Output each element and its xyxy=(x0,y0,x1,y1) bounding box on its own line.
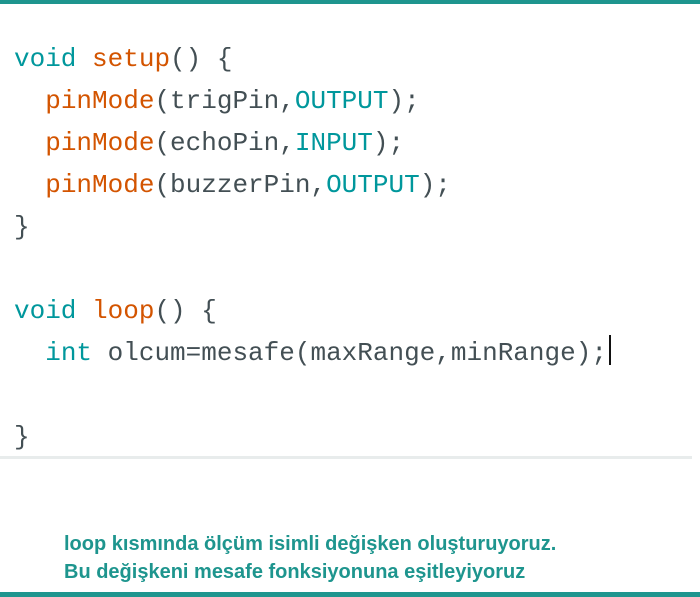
text-cursor xyxy=(608,335,611,365)
function-call-pinmode: pinMode xyxy=(45,170,155,200)
keyword-void: void xyxy=(14,296,77,326)
caption-line-2: Bu değişkeni mesafe fonksiyonuna eşitley… xyxy=(64,561,526,583)
code-punctuation: ); xyxy=(372,128,405,158)
bottom-accent-bar xyxy=(0,592,700,597)
code-line-3: pinMode(echoPin,INPUT); xyxy=(14,122,611,164)
code-args: (trigPin, xyxy=(154,86,295,116)
function-call-pinmode: pinMode xyxy=(45,128,155,158)
keyword-int: int xyxy=(45,338,93,368)
function-name-setup: setup xyxy=(92,44,171,74)
constant-output: OUTPUT xyxy=(326,170,420,200)
code-editor[interactable]: void setup() { pinMode(trigPin,OUTPUT); … xyxy=(0,4,692,456)
constant-input: INPUT xyxy=(294,128,373,158)
constant-output: OUTPUT xyxy=(294,86,389,116)
caption: loop kısmında ölçüm isimli değişken oluş… xyxy=(64,530,556,586)
editor-divider xyxy=(0,456,692,459)
closing-brace: } xyxy=(14,212,30,242)
closing-brace: } xyxy=(14,422,30,452)
code-punctuation: ); xyxy=(388,86,420,116)
function-name-loop: loop xyxy=(92,296,155,326)
code-line-1: void setup() { xyxy=(14,38,611,80)
code-line-5: } xyxy=(14,206,611,248)
code-statement: olcum=mesafe(maxRange,minRange); xyxy=(92,338,607,368)
code-punctuation: () { xyxy=(154,296,217,326)
function-call-pinmode: pinMode xyxy=(45,86,155,116)
code-punctuation: () { xyxy=(170,44,233,74)
code-line-8: int olcum=mesafe(maxRange,minRange); xyxy=(14,332,611,374)
caption-line-1: loop kısmında ölçüm isimli değişken oluş… xyxy=(64,533,557,555)
code-line-2: pinMode(trigPin,OUTPUT); xyxy=(14,80,611,122)
code-args: (echoPin, xyxy=(154,128,295,158)
code-line-10: } xyxy=(14,416,611,458)
code-args: (buzzerPin, xyxy=(154,170,327,200)
code-line-4: pinMode(buzzerPin,OUTPUT); xyxy=(14,164,611,206)
code-punctuation: ); xyxy=(419,170,451,200)
code-line-7: void loop() { xyxy=(14,290,611,332)
keyword-void: void xyxy=(14,44,77,74)
code-block[interactable]: void setup() { pinMode(trigPin,OUTPUT); … xyxy=(14,38,611,458)
